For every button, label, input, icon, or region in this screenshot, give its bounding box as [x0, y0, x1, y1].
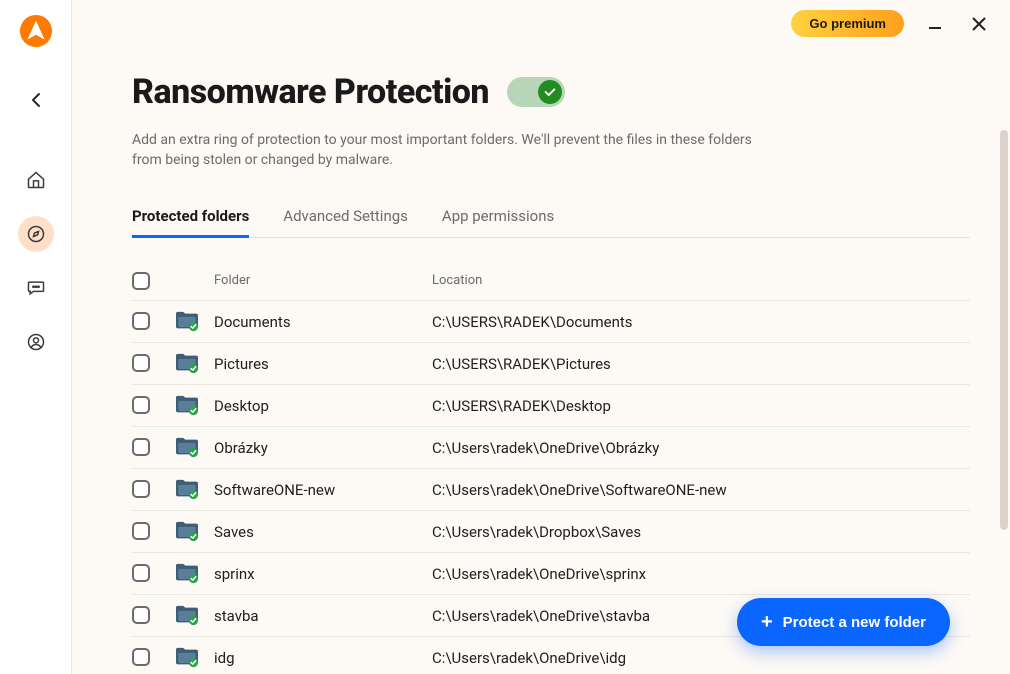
tab-app-permissions[interactable]: App permissions	[442, 207, 554, 237]
folder-location: C:\Users\radek\OneDrive\stavba	[432, 607, 650, 625]
table-row[interactable]: SoftwareONE-new C:\Users\radek\OneDrive\…	[132, 468, 970, 510]
sidebar	[0, 0, 72, 674]
folder-protected-icon	[174, 520, 200, 542]
folder-name: stavba	[214, 607, 259, 625]
folder-protected-icon	[174, 436, 200, 458]
tab-protected-folders[interactable]: Protected folders	[132, 207, 249, 237]
minimize-button[interactable]	[922, 11, 948, 37]
fab-label: Protect a new folder	[783, 614, 926, 631]
folder-location: C:\Users\radek\OneDrive\sprinx	[432, 565, 646, 583]
folder-location: C:\USERS\RADEK\Desktop	[432, 397, 611, 415]
folder-protected-icon	[174, 646, 200, 668]
folder-protected-icon	[174, 352, 200, 374]
folder-protected-icon	[174, 394, 200, 416]
close-button[interactable]	[966, 11, 992, 37]
nav-account[interactable]	[18, 324, 54, 360]
table-row[interactable]: Obrázky C:\Users\radek\OneDrive\Obrázky	[132, 426, 970, 468]
select-all-checkbox[interactable]	[132, 272, 150, 290]
plus-icon: +	[761, 612, 773, 632]
folder-name: sprinx	[214, 565, 255, 583]
table-row[interactable]: Saves C:\Users\radek\Dropbox\Saves	[132, 510, 970, 552]
row-checkbox[interactable]	[132, 522, 150, 540]
row-checkbox[interactable]	[132, 438, 150, 456]
folder-location: C:\Users\radek\OneDrive\idg	[432, 649, 626, 667]
folder-protected-icon	[174, 604, 200, 626]
row-checkbox[interactable]	[132, 396, 150, 414]
table-row[interactable]: Pictures C:\USERS\RADEK\Pictures	[132, 342, 970, 384]
nav-messages[interactable]	[18, 270, 54, 306]
tabs: Protected folders Advanced Settings App …	[132, 207, 970, 238]
column-location: Location	[432, 273, 970, 288]
table-header: Folder Location	[132, 262, 970, 300]
folder-name: Desktop	[214, 397, 269, 415]
protect-new-folder-button[interactable]: + Protect a new folder	[737, 598, 950, 646]
check-icon	[538, 80, 562, 104]
nav-home[interactable]	[18, 162, 54, 198]
folder-protected-icon	[174, 562, 200, 584]
folder-location: C:\Users\radek\OneDrive\Obrázky	[432, 439, 659, 457]
folder-protected-icon	[174, 310, 200, 332]
folder-name: Documents	[214, 313, 291, 331]
back-button[interactable]	[22, 86, 50, 114]
row-checkbox[interactable]	[132, 354, 150, 372]
folder-location: C:\Users\radek\Dropbox\Saves	[432, 523, 641, 541]
folder-name: Obrázky	[214, 439, 268, 457]
row-checkbox[interactable]	[132, 312, 150, 330]
folder-location: C:\USERS\RADEK\Documents	[432, 313, 633, 331]
row-checkbox[interactable]	[132, 564, 150, 582]
row-checkbox[interactable]	[132, 480, 150, 498]
page-title: Ransomware Protection	[132, 72, 489, 112]
go-premium-button[interactable]: Go premium	[791, 10, 904, 37]
page-subtitle: Add an extra ring of protection to your …	[132, 130, 752, 171]
column-folder: Folder	[214, 273, 432, 288]
table-row[interactable]: sprinx C:\Users\radek\OneDrive\sprinx	[132, 552, 970, 594]
scrollbar[interactable]	[1000, 130, 1008, 530]
row-checkbox[interactable]	[132, 606, 150, 624]
folder-name: SoftwareONE-new	[214, 481, 335, 499]
top-bar: Go premium	[791, 10, 992, 37]
folder-protected-icon	[174, 478, 200, 500]
row-checkbox[interactable]	[132, 648, 150, 666]
folder-location: C:\USERS\RADEK\Pictures	[432, 355, 611, 373]
table-row[interactable]: Documents C:\USERS\RADEK\Documents	[132, 300, 970, 342]
folder-name: Saves	[214, 523, 254, 541]
nav-explore[interactable]	[18, 216, 54, 252]
folder-name: Pictures	[214, 355, 269, 373]
folder-location: C:\Users\radek\OneDrive\SoftwareONE-new	[432, 481, 727, 499]
protection-toggle[interactable]	[507, 77, 565, 107]
folder-name: idg	[214, 649, 235, 667]
tab-advanced-settings[interactable]: Advanced Settings	[283, 207, 408, 237]
app-logo	[19, 14, 53, 48]
table-row[interactable]: Desktop C:\USERS\RADEK\Desktop	[132, 384, 970, 426]
main-content: Go premium Ransomware Protection Add an …	[72, 0, 1010, 674]
